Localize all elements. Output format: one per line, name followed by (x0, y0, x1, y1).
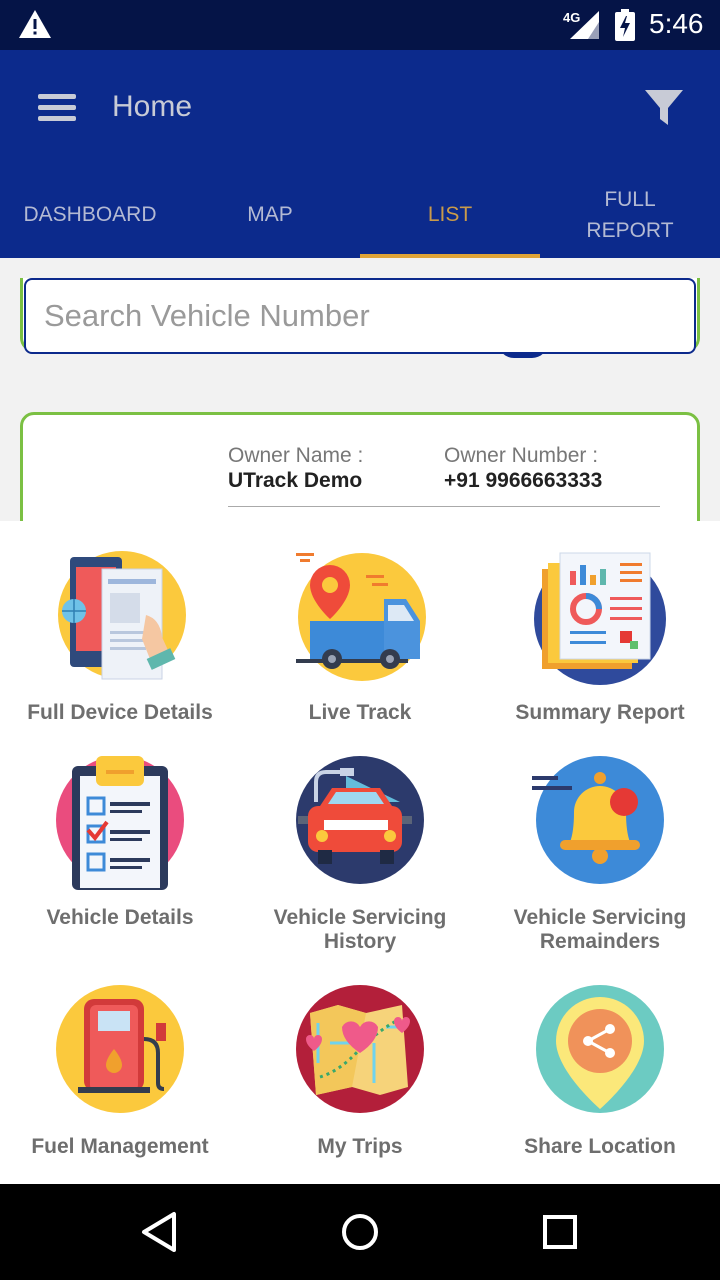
menu-item-vehicle-details[interactable]: Vehicle Details (0, 754, 240, 930)
servicing-history-icon (296, 756, 424, 884)
menu-item-vehicle-servicing-history[interactable]: Vehicle Servicing History (240, 754, 480, 954)
tab-list[interactable]: LIST (360, 170, 540, 258)
menu-item-label: Full Device Details (27, 701, 213, 724)
signal-icon (570, 11, 599, 39)
menu-item-vehicle-servicing-remainders[interactable]: Vehicle Servicing Remainders (480, 754, 720, 954)
vehicle-list: Owner Name : UTrack Demo Owner Number : … (0, 258, 720, 522)
app-toolbar: Home (0, 50, 720, 170)
trip-map-icon (296, 985, 424, 1113)
owner-number-value: +91 9966663333 (444, 469, 603, 492)
live-track-icon (296, 553, 426, 681)
menu-item-full-device-details[interactable]: Full Device Details (0, 549, 240, 725)
menu-item-label: Vehicle Servicing History (273, 906, 447, 953)
page-title: Home (112, 90, 193, 123)
menu-item-label: Fuel Management (31, 1135, 209, 1158)
menu-item-label: Live Track (308, 701, 412, 724)
owner-name-label: Owner Name : (228, 444, 364, 467)
divider (228, 506, 660, 507)
owner-name-value: UTrack Demo (228, 469, 363, 492)
tab-full-report[interactable]: FULL REPORT (540, 170, 720, 258)
recent-apps-icon[interactable] (538, 1210, 582, 1254)
menu-item-fuel-management[interactable]: Fuel Management (0, 983, 240, 1159)
device-details-icon (58, 551, 186, 680)
vehicle-details-icon (56, 756, 184, 890)
summary-report-icon (534, 552, 666, 685)
menu-item-label: Vehicle Servicing Remainders (513, 906, 687, 953)
system-navigation-bar (0, 1184, 720, 1280)
fuel-pump-icon (56, 985, 184, 1113)
menu-item-label: Summary Report (515, 701, 685, 724)
tab-map[interactable]: MAP (180, 170, 360, 258)
status-bar: 4G 5:46 (0, 0, 720, 50)
menu-item-label: Vehicle Details (46, 906, 194, 929)
reminder-bell-icon (532, 756, 664, 884)
owner-number-label: Owner Number : (444, 444, 599, 467)
share-location-icon (536, 985, 664, 1113)
menu-item-label: My Trips (317, 1135, 403, 1158)
search-input[interactable] (26, 280, 694, 352)
menu-item-live-track[interactable]: Live Track (240, 549, 480, 725)
tab-dashboard[interactable]: DASHBOARD (0, 170, 180, 258)
tab-bar: DASHBOARD MAP LIST FULL REPORT (0, 170, 720, 258)
warning-icon (19, 10, 51, 38)
battery-charging-icon (615, 9, 635, 41)
menu-item-share-location[interactable]: Share Location (480, 983, 720, 1159)
action-menu-sheet: Full Device Details Live Track Summary R… (0, 521, 720, 1184)
menu-item-label: Share Location (524, 1135, 676, 1158)
menu-item-my-trips[interactable]: My Trips (240, 983, 480, 1159)
filter-icon[interactable] (644, 88, 684, 128)
home-icon[interactable] (338, 1210, 382, 1254)
menu-item-summary-report[interactable]: Summary Report (480, 549, 720, 725)
hamburger-menu-icon[interactable] (38, 94, 76, 122)
back-icon[interactable] (138, 1210, 182, 1254)
search-box (24, 278, 696, 354)
clock: 5:46 (649, 8, 704, 39)
